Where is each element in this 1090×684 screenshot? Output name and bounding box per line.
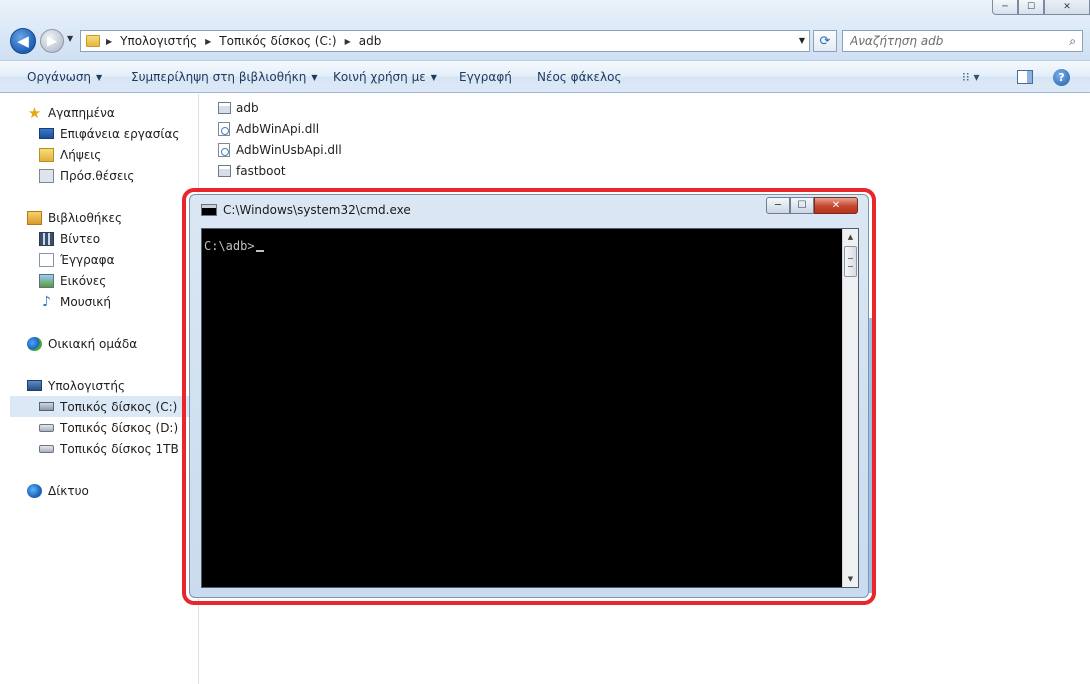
file-item-adbwinapi[interactable]: AdbWinApi.dll: [218, 119, 319, 139]
sidebar-item-label: Τοπικός δίσκος 1TB (E:): [60, 441, 185, 456]
application-icon: [218, 165, 231, 177]
windows-drive-icon: [39, 402, 54, 411]
minimize-button[interactable]: ─: [992, 0, 1018, 15]
file-item-adbwinusbapi[interactable]: AdbWinUsbApi.dll: [218, 140, 342, 160]
sidebar-item-label: Μουσική: [60, 294, 111, 309]
file-name: AdbWinApi.dll: [236, 122, 320, 136]
breadcrumb-separator-icon[interactable]: ▶: [205, 37, 211, 46]
organize-menu[interactable]: Οργάνωση ▼: [27, 70, 102, 84]
address-dropdown-icon[interactable]: ▼: [799, 36, 805, 45]
folder-icon: [86, 35, 100, 47]
sidebar-item-label: Λήψεις: [60, 147, 102, 162]
window-caption-buttons: ─ ☐ ✕: [992, 0, 1090, 15]
sidebar-item-label: Αγαπημένα: [48, 105, 115, 120]
file-item-fastboot[interactable]: fastboot: [218, 161, 286, 181]
file-name: AdbWinUsbApi.dll: [236, 143, 342, 157]
homegroup-icon: [27, 336, 42, 351]
sidebar-item-drive-e[interactable]: Τοπικός δίσκος 1TB (E:): [39, 438, 185, 459]
address-bar[interactable]: ▶ Υπολογιστής ▶ Τοπικός δίσκος (C:) ▶ ad…: [80, 30, 810, 52]
desktop-icon: [39, 128, 54, 139]
breadcrumb-computer[interactable]: Υπολογιστής: [120, 34, 197, 48]
breadcrumb-drive-c[interactable]: Τοπικός δίσκος (C:): [219, 34, 336, 48]
sidebar-item-label: Επιφάνεια εργασίας: [60, 126, 180, 141]
back-button[interactable]: ◀: [10, 28, 36, 54]
dll-file-icon: [218, 122, 230, 136]
star-icon: ★: [27, 103, 42, 122]
command-bar: Οργάνωση ▼ Συμπερίληψη στη βιβλιοθήκη ▼ Κο…: [0, 60, 1090, 93]
sidebar-item-label: Τοπικός δίσκος (D:): [60, 420, 179, 435]
sidebar-item-label: Βίντεο: [60, 231, 101, 246]
help-icon[interactable]: ?: [1053, 69, 1070, 86]
breadcrumb-separator-icon[interactable]: ▶: [345, 37, 351, 46]
back-arrow-icon: ◀: [17, 32, 29, 50]
include-in-library-menu[interactable]: Συμπερίληψη στη βιβλιοθήκη ▼: [131, 70, 318, 84]
new-folder-button[interactable]: Νέος φάκελος: [537, 70, 622, 84]
include-library-label: Συμπερίληψη στη βιβλιοθήκη: [131, 70, 307, 84]
breadcrumb-separator-icon[interactable]: ▶: [106, 37, 112, 46]
dll-file-icon: [218, 143, 230, 157]
sidebar-item-label: Δίκτυο: [48, 483, 89, 498]
sidebar-item-drive-d[interactable]: Τοπικός δίσκος (D:): [39, 417, 199, 438]
chevron-down-icon: ▼: [430, 73, 437, 82]
libraries-icon: [27, 210, 42, 225]
sidebar-item-favorites[interactable]: ★ Αγαπημένα: [27, 102, 226, 123]
sidebar-item-label: Υπολογιστής: [48, 378, 125, 393]
preview-pane-icon[interactable]: [1017, 70, 1033, 84]
pictures-icon: [39, 273, 54, 288]
sidebar-item-label: Τοπικός δίσκος (C:): [60, 399, 178, 414]
music-note-icon: ♪: [42, 293, 51, 310]
file-name: adb: [236, 101, 259, 115]
breadcrumb-adb[interactable]: adb: [359, 34, 382, 48]
views-icon[interactable]: ⁝⁝ ▾: [962, 70, 979, 84]
forward-arrow-icon: ▶: [47, 33, 57, 49]
video-icon: [39, 231, 54, 246]
drive-icon: [39, 423, 54, 432]
search-box[interactable]: ⌕: [842, 30, 1083, 52]
sidebar-item-label: Πρόσ.θέσεις: [60, 168, 135, 183]
organize-label: Οργάνωση: [27, 70, 92, 84]
burn-button[interactable]: Εγγραφή: [459, 70, 512, 84]
close-button[interactable]: ✕: [1044, 0, 1090, 15]
forward-button[interactable]: ▶: [40, 29, 64, 53]
chevron-down-icon: ▼: [311, 73, 318, 82]
file-item-adb[interactable]: adb: [218, 98, 259, 118]
chevron-down-icon: ▼: [96, 73, 103, 82]
recent-places-icon: [39, 168, 54, 183]
recent-pages-dropdown[interactable]: ▼: [67, 34, 73, 43]
search-input[interactable]: [850, 34, 1050, 48]
refresh-button[interactable]: ⟳: [813, 30, 837, 52]
file-name: fastboot: [236, 164, 286, 178]
drive-icon: [39, 444, 54, 453]
refresh-icon: ⟳: [819, 33, 831, 49]
downloads-folder-icon: [39, 147, 54, 162]
share-with-label: Κοινή χρήση με: [333, 70, 426, 84]
maximize-button[interactable]: ☐: [1018, 0, 1044, 15]
document-icon: [39, 252, 54, 267]
explorer-chrome: ─ ☐ ✕ ◀ ▶ ▼ ▶ Υπολογιστής ▶ Τοπικός δίσκ…: [0, 0, 1090, 60]
sidebar-item-drive-c[interactable]: Τοπικός δίσκος (C:): [10, 396, 199, 417]
sidebar-item-label: Έγγραφα: [60, 252, 115, 267]
sidebar-item-label: Εικόνες: [60, 273, 107, 288]
sidebar-item-label: Οικιακή ομάδα: [48, 336, 138, 351]
computer-icon: [27, 380, 42, 391]
application-icon: [218, 102, 231, 114]
share-with-menu[interactable]: Κοινή χρήση με ▼: [333, 70, 437, 84]
sidebar-item-label: Βιβλιοθήκες: [48, 210, 123, 225]
navigation-pane: ★ Αγαπημένα Επιφάνεια εργασίας Λήψεις Πρό…: [0, 94, 199, 684]
search-icon[interactable]: ⌕: [1069, 34, 1076, 49]
highlight-frame: [182, 188, 876, 605]
network-icon: [27, 483, 42, 498]
